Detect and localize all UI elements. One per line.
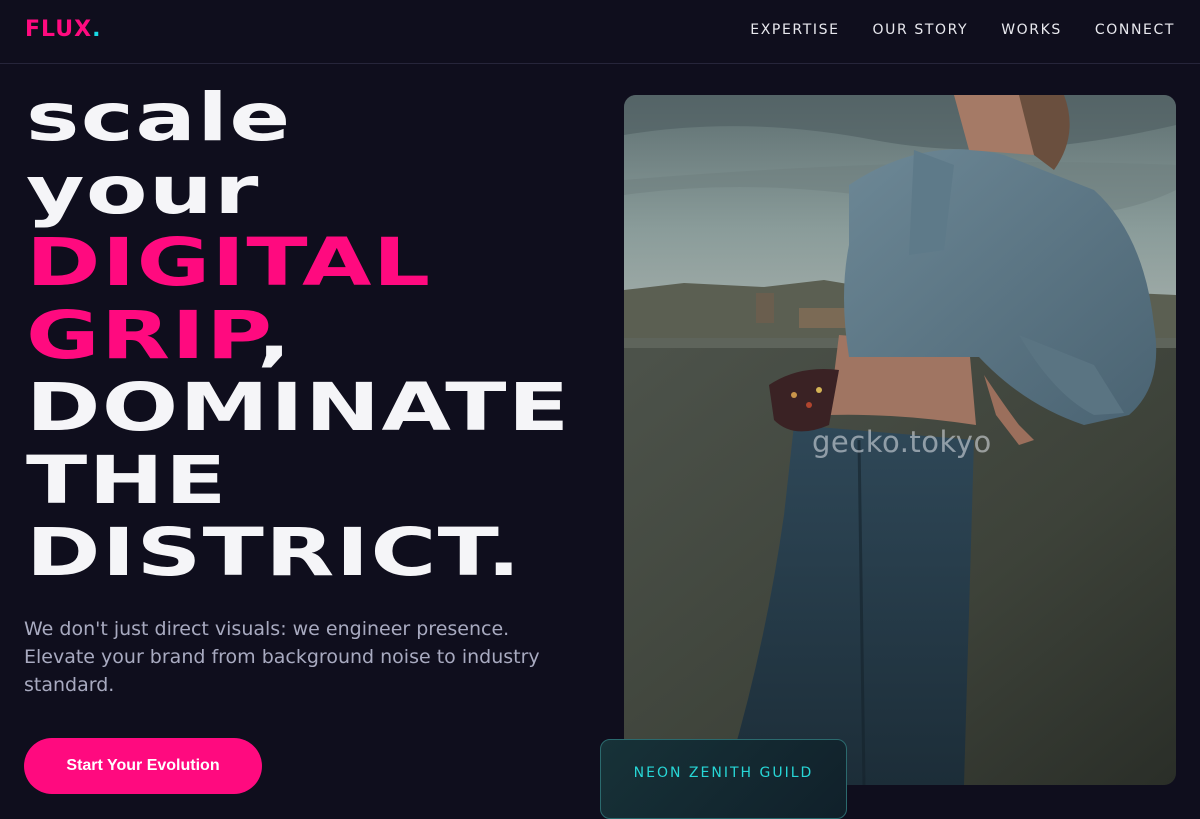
nav-link-connect[interactable]: CONNECT	[1095, 20, 1175, 40]
headline-line: scale	[26, 79, 292, 156]
hero-headline: scale your DIGITAL GRIP, DOMINATE THE DI…	[26, 79, 571, 591]
site-header: FLUX. EXPERTISE OUR STORY WORKS CONNECT	[0, 0, 1200, 64]
main-nav: EXPERTISE OUR STORY WORKS CONNECT	[717, 20, 1175, 40]
nav-link-expertise[interactable]: EXPERTISE	[750, 20, 839, 40]
headline-highlight: DIGITAL	[26, 224, 432, 301]
headline-line: DISTRICT.	[26, 514, 523, 591]
headline-line: THE	[26, 441, 228, 519]
headline-comma: ,	[256, 296, 293, 374]
photo-watermark: gecko.tokyo	[812, 425, 992, 459]
start-evolution-button[interactable]: Start Your Evolution	[24, 738, 262, 794]
headline-line: GRIP,	[26, 296, 571, 374]
hero-photo: gecko.tokyo	[624, 95, 1176, 785]
brand-name: FLUX	[25, 17, 93, 42]
headline-highlight: GRIP	[26, 296, 257, 374]
nav-link-works[interactable]: WORKS	[1001, 20, 1062, 40]
neon-zenith-badge: NEON ZENITH GUILD	[600, 739, 847, 819]
brand-dot: .	[92, 17, 102, 42]
badge-label: NEON ZENITH GUILD	[633, 765, 814, 781]
nav-link-our-story[interactable]: OUR STORY	[873, 20, 969, 40]
headline-line: DOMINATE	[26, 369, 571, 446]
brand-logo[interactable]: FLUX.	[25, 17, 101, 43]
headline-line: your	[26, 151, 260, 229]
hero-subtext: We don't just direct visuals: we enginee…	[24, 618, 540, 696]
